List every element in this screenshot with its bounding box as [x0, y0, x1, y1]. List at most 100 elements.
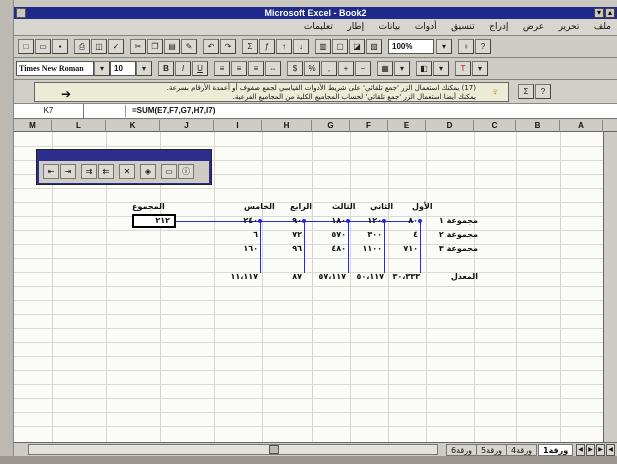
horizontal-scrollbar[interactable] [28, 444, 438, 455]
tab-prev-icon[interactable]: ◀ [576, 444, 585, 456]
autosum-icon[interactable]: Σ [242, 39, 258, 54]
column-header-e[interactable]: E [388, 120, 426, 132]
paste-icon[interactable]: ▤ [164, 39, 180, 54]
font-name-select[interactable]: Times New Roman [16, 61, 94, 76]
trace-error-icon[interactable]: ◈ [140, 164, 156, 179]
menu-view[interactable]: عرض [523, 19, 544, 36]
sort-descending-icon[interactable]: ↓ [293, 39, 309, 54]
align-left-icon[interactable]: ≡ [214, 61, 230, 76]
trace-dependents-icon[interactable]: ⇉ [81, 164, 97, 179]
save-icon[interactable]: ▪ [52, 39, 68, 54]
comma-style-icon[interactable]: , [321, 61, 337, 76]
cell-r2-c1[interactable]: ٤ [384, 230, 418, 240]
cut-icon[interactable]: ✂ [130, 39, 146, 54]
tip-help-icon[interactable]: ? [535, 84, 551, 99]
column-header-j[interactable]: J [160, 120, 214, 132]
cell-r1-c2[interactable]: ١٢٠ [348, 216, 382, 226]
column-header-l[interactable]: L [52, 120, 106, 132]
sheet-tab-6[interactable]: ورقة6 [446, 444, 477, 456]
avg-c4[interactable]: ٨٧ [268, 272, 302, 282]
auditing-toolbar[interactable]: ⇤ ⇥ ⇉ ⇇ ✕ ◈ ▭ ⓘ [36, 149, 212, 185]
cell-r2-c3[interactable]: ٥٧٠ [312, 230, 346, 240]
menu-help[interactable]: تعليمات [304, 19, 333, 36]
cell-r3-c2[interactable]: ١١٠٠ [348, 244, 382, 254]
font-chevron-down-icon[interactable]: ▾ [94, 61, 110, 76]
chevron-down-icon[interactable]: ▾ [436, 39, 452, 54]
percent-icon[interactable]: % [304, 61, 320, 76]
menu-data[interactable]: بيانات [379, 19, 401, 36]
borders-chevron-down-icon[interactable]: ▾ [394, 61, 410, 76]
sheet-tab-5[interactable]: ورقة5 [476, 444, 507, 456]
menu-file[interactable]: ملف [594, 19, 611, 36]
size-chevron-down-icon[interactable]: ▾ [136, 61, 152, 76]
font-size-select[interactable]: 10 [110, 61, 136, 76]
decrease-decimal-icon[interactable]: − [355, 61, 371, 76]
menu-tools[interactable]: أدوات [415, 19, 437, 36]
maximize-icon[interactable]: ▴ [605, 8, 615, 18]
remove-dependent-arrows-icon[interactable]: ⇇ [98, 164, 114, 179]
font-color-icon[interactable]: T [455, 61, 471, 76]
redo-icon[interactable]: ↷ [220, 39, 236, 54]
column-header-m[interactable]: M [14, 120, 52, 132]
fill-color-icon[interactable]: ◧ [416, 61, 432, 76]
open-icon[interactable]: ▭ [35, 39, 51, 54]
column-header-k[interactable]: K [106, 120, 160, 132]
fill-chevron-down-icon[interactable]: ▾ [433, 61, 449, 76]
align-right-icon[interactable]: ≡ [248, 61, 264, 76]
avg-c1[interactable]: ٣٠،٣٣٣ [378, 272, 420, 282]
cell-r1-c3[interactable]: ١٨٠ [312, 216, 346, 226]
cell-r2-c5[interactable]: ٦ [224, 230, 258, 240]
sort-ascending-icon[interactable]: ↑ [276, 39, 292, 54]
column-header-g[interactable]: G [312, 120, 350, 132]
new-file-icon[interactable]: □ [18, 39, 34, 54]
remove-precedent-arrows-icon[interactable]: ⇥ [60, 164, 76, 179]
cell-r3-c3[interactable]: ٤٨٠ [312, 244, 346, 254]
show-info-icon[interactable]: ⓘ [178, 164, 194, 179]
tip-wizard-icon[interactable]: ♀ [458, 39, 474, 54]
scroll-thumb[interactable] [269, 445, 279, 454]
italic-icon[interactable]: I [175, 61, 191, 76]
help-icon[interactable]: ? [475, 39, 491, 54]
format-painter-icon[interactable]: ✎ [181, 39, 197, 54]
cell-r3-c5[interactable]: ١٦٠ [224, 244, 258, 254]
merge-center-icon[interactable]: ⇔ [265, 61, 281, 76]
text-box-icon[interactable]: ▢ [332, 39, 348, 54]
tab-first-icon[interactable]: ◀ [606, 444, 615, 456]
currency-icon[interactable]: $ [287, 61, 303, 76]
cell-r1-c4[interactable]: ٩٠ [268, 216, 302, 226]
formula-input[interactable]: =SUM(E7,F7,G7,H7,I7) [132, 104, 215, 118]
borders-icon[interactable]: ▦ [377, 61, 393, 76]
print-preview-icon[interactable]: ◫ [91, 39, 107, 54]
menu-format[interactable]: تنسيق [451, 19, 474, 36]
cell-r3-c1[interactable]: ٧١٠ [384, 244, 418, 254]
function-wizard-icon[interactable]: ƒ [259, 39, 275, 54]
avg-c5[interactable]: ١١،١١٧ [218, 272, 258, 282]
cell-r2-c4[interactable]: ٧٢ [268, 230, 302, 240]
chart-wizard-icon[interactable]: ▥ [315, 39, 331, 54]
sheet-tab-1[interactable]: ورقة1 [538, 444, 574, 456]
underline-icon[interactable]: U [192, 61, 208, 76]
minimize-icon[interactable]: ▾ [594, 8, 604, 18]
menu-insert[interactable]: إدراج [489, 19, 508, 36]
align-center-icon[interactable]: ≡ [231, 61, 247, 76]
column-header-f[interactable]: F [350, 120, 388, 132]
menu-window[interactable]: إطار [347, 19, 364, 36]
remove-all-arrows-icon[interactable]: ✕ [119, 164, 135, 179]
map-icon[interactable]: ▨ [366, 39, 382, 54]
undo-icon[interactable]: ↶ [203, 39, 219, 54]
zoom-select[interactable]: 100% [388, 39, 434, 54]
column-header-d[interactable]: D [426, 120, 474, 132]
tab-last-icon[interactable]: ▶ [596, 444, 605, 456]
spelling-icon[interactable]: ✓ [108, 39, 124, 54]
attach-note-icon[interactable]: ▭ [161, 164, 177, 179]
cell-r2-c2[interactable]: ٣٠٠ [348, 230, 382, 240]
column-header-h[interactable]: H [262, 120, 312, 132]
column-header-c[interactable]: C [474, 120, 516, 132]
menu-edit[interactable]: تحرير [559, 19, 580, 36]
copy-icon[interactable]: ❐ [147, 39, 163, 54]
font-color-chevron-down-icon[interactable]: ▾ [472, 61, 488, 76]
cell-r1-c1[interactable]: ٨٠ [384, 216, 418, 226]
name-box[interactable]: K7 [14, 104, 84, 118]
formula-buttons[interactable] [86, 105, 126, 117]
trace-precedents-icon[interactable]: ⇤ [43, 164, 59, 179]
